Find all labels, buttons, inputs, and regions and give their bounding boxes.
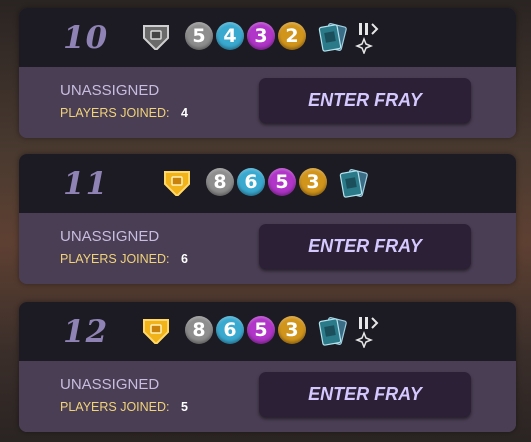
fray-card-12: 12 8 6 5 3 UNASSIGNED PLAYERS JOINED: 5 [19,302,516,432]
mana-orbs: 8 6 5 3 [206,168,327,196]
orb-gold: 3 [278,316,306,344]
fray-body: UNASSIGNED PLAYERS JOINED: 5 ENTER FRAY [19,361,516,432]
orb-gold: 3 [299,168,327,196]
players-joined: PLAYERS JOINED: 4 [60,106,188,120]
fray-status: UNASSIGNED [60,376,160,393]
orb-gray: 8 [185,316,213,344]
fray-body: UNASSIGNED PLAYERS JOINED: 4 ENTER FRAY [19,67,516,138]
orb-gray: 5 [185,22,213,50]
fray-card-10: 10 5 4 3 2 UNASSIGNED PLAYERS JOINED: 4 [19,8,516,138]
fray-header: 10 5 4 3 2 [19,8,516,67]
players-joined-count: 4 [181,106,188,120]
silver-league-shield-icon [143,25,169,50]
fray-header: 12 8 6 5 3 [19,302,516,361]
fray-status: UNASSIGNED [60,228,160,245]
enter-fray-button[interactable]: ENTER FRAY [259,78,471,123]
card-deck-icon [318,317,347,346]
orb-blue: 6 [237,168,265,196]
fray-status: UNASSIGNED [60,82,160,99]
players-joined-count: 6 [181,252,188,266]
players-joined: PLAYERS JOINED: 5 [60,400,188,414]
orb-gold: 2 [278,22,306,50]
gold-league-shield-icon [143,319,169,344]
mana-orbs: 5 4 3 2 [185,22,306,50]
orb-blue: 6 [216,316,244,344]
enter-fray-button[interactable]: ENTER FRAY [259,372,471,417]
fray-number: 10 [63,20,109,56]
orb-gray: 8 [206,168,234,196]
players-joined-label: PLAYERS JOINED: [60,106,170,120]
fray-number: 12 [63,314,109,350]
fray-header: 11 8 6 5 3 [19,154,516,213]
card-deck-icon [318,23,347,52]
fray-number: 11 [63,166,109,202]
players-joined-label: PLAYERS JOINED: [60,252,170,266]
mana-orbs: 8 6 5 3 [185,316,306,344]
orb-purple: 5 [247,316,275,344]
fray-body: UNASSIGNED PLAYERS JOINED: 6 ENTER FRAY [19,213,516,284]
orb-purple: 5 [268,168,296,196]
orb-blue: 4 [216,22,244,50]
ruleset-icon [355,23,379,54]
ruleset-icon [355,317,379,348]
players-joined: PLAYERS JOINED: 6 [60,252,188,266]
fray-card-11: 11 8 6 5 3 UNASSIGNED PLAYERS JOINED: 6 … [19,154,516,284]
card-deck-icon [339,169,368,198]
players-joined-label: PLAYERS JOINED: [60,400,170,414]
orb-purple: 3 [247,22,275,50]
enter-fray-button[interactable]: ENTER FRAY [259,224,471,269]
players-joined-count: 5 [181,400,188,414]
gold-league-shield-icon [164,171,190,196]
